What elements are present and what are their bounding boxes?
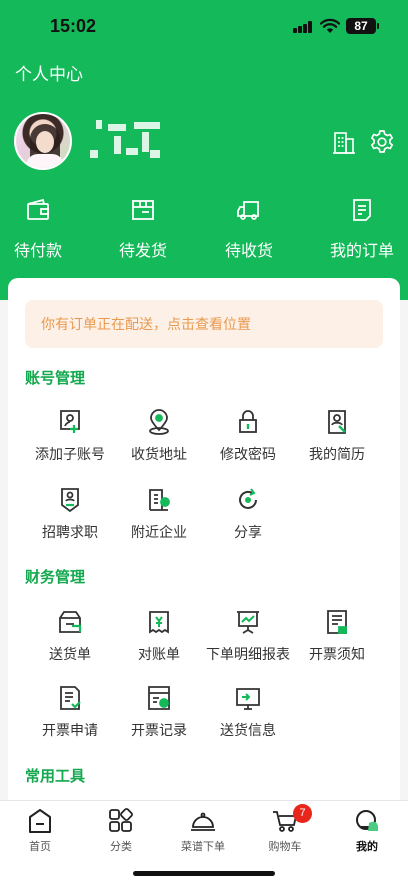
tab-home[interactable]: 首页	[0, 807, 80, 854]
grid-label: 开票须知	[309, 646, 365, 662]
avatar[interactable]	[14, 112, 72, 170]
order-label: 待付款	[13, 243, 62, 260]
delivery-info-item[interactable]: 送货信息	[202, 684, 294, 740]
delivery-notice[interactable]: 你有订单正在配送，点击查看位置	[25, 300, 383, 348]
recruit-icon	[61, 488, 79, 513]
grid-label: 送货信息	[220, 722, 276, 738]
order-pending-receipt[interactable]: 待收货	[209, 196, 289, 261]
tab-cart[interactable]: 7 购物车	[245, 804, 325, 854]
tab-category[interactable]: 分类	[81, 807, 161, 854]
nearby-company-item[interactable]: 附近企业	[113, 486, 205, 542]
share-icon	[239, 488, 257, 509]
grid-label: 收货地址	[131, 446, 187, 462]
signal-icon	[293, 21, 313, 33]
order-list-icon	[353, 199, 371, 221]
tab-profile[interactable]: 我的	[327, 807, 407, 854]
order-pending-shipment[interactable]: 待发货	[103, 196, 183, 261]
truck-icon	[237, 201, 259, 220]
add-subaccount-icon	[60, 410, 80, 433]
invoice-apply-icon	[60, 686, 81, 710]
order-label: 待收货	[224, 243, 273, 260]
invoice-notice-item[interactable]: 开票须知	[291, 608, 383, 664]
invoice-record-icon	[148, 686, 170, 710]
tab-label: 我的	[356, 841, 378, 853]
settings-icon[interactable]	[369, 129, 395, 155]
delivery-note-item[interactable]: 送货单	[24, 608, 116, 664]
status-time: 15:02	[50, 16, 97, 36]
section-title-tools: 常用工具	[25, 768, 86, 785]
invoice-record-item[interactable]: 开票记录	[113, 684, 205, 740]
order-label: 待发货	[118, 243, 167, 260]
grid-label: 开票申请	[42, 722, 98, 738]
grid-label: 附近企业	[131, 524, 187, 540]
report-icon	[237, 611, 259, 634]
grid-label: 送货单	[49, 646, 91, 662]
wifi-icon	[320, 18, 340, 33]
nearby-company-icon	[149, 489, 170, 511]
address-item[interactable]: 收货地址	[113, 408, 205, 464]
profile-icon	[356, 810, 378, 831]
resume-icon	[328, 410, 346, 434]
report-item[interactable]: 下单明细报表	[202, 608, 294, 664]
tab-label: 首页	[29, 841, 51, 853]
change-password-item[interactable]: 修改密码	[202, 408, 294, 464]
location-icon	[149, 409, 169, 435]
order-label: 我的订单	[329, 243, 394, 260]
statement-icon	[149, 611, 169, 634]
status-bar: 15:02 87	[0, 0, 408, 54]
order-all[interactable]: 我的订单	[322, 196, 402, 261]
wallet-icon	[27, 198, 49, 220]
order-pending-payment[interactable]: 待付款	[0, 196, 78, 261]
tab-label: 购物车	[268, 841, 302, 853]
menu-card: 你有订单正在配送，点击查看位置 账号管理 添加子账号 收货地址 修改密码 我的简…	[8, 278, 400, 808]
share-item[interactable]: 分享	[202, 486, 294, 542]
grid-label: 我的简历	[309, 446, 365, 462]
tab-label: 分类	[110, 841, 132, 853]
grid-label: 对账单	[138, 646, 180, 662]
cloche-icon	[191, 812, 215, 831]
resume-item[interactable]: 我的简历	[291, 408, 383, 464]
cart-badge: 7	[293, 804, 312, 823]
grid-label: 招聘求职	[42, 524, 98, 540]
statement-item[interactable]: 对账单	[113, 608, 205, 664]
company-icon[interactable]	[331, 130, 357, 156]
lock-icon	[239, 410, 257, 433]
battery-indicator: 87	[346, 18, 376, 34]
home-indicator	[133, 871, 275, 876]
tab-recipe-order[interactable]: 菜谱下单	[163, 807, 243, 854]
recruit-item[interactable]: 招聘求职	[24, 486, 116, 542]
delivery-info-icon	[236, 688, 260, 710]
page-title: 个人中心	[15, 65, 83, 84]
grid-label: 下单明细报表	[206, 646, 290, 662]
category-icon	[109, 808, 133, 832]
delivery-note-icon	[59, 611, 82, 633]
battery-tip	[377, 23, 379, 29]
section-title-finance: 财务管理	[25, 569, 86, 586]
invoice-notice-icon	[327, 610, 347, 634]
username-blurred	[90, 120, 164, 164]
package-icon	[132, 200, 154, 220]
invoice-apply-item[interactable]: 开票申请	[24, 684, 116, 740]
grid-label: 分享	[234, 524, 262, 540]
grid-label: 添加子账号	[35, 446, 105, 462]
grid-label: 开票记录	[131, 722, 187, 738]
add-subaccount-item[interactable]: 添加子账号	[24, 408, 116, 464]
home-icon	[29, 809, 51, 833]
grid-label: 修改密码	[220, 446, 276, 462]
section-title-account: 账号管理	[25, 370, 86, 387]
tab-label: 菜谱下单	[181, 841, 225, 853]
